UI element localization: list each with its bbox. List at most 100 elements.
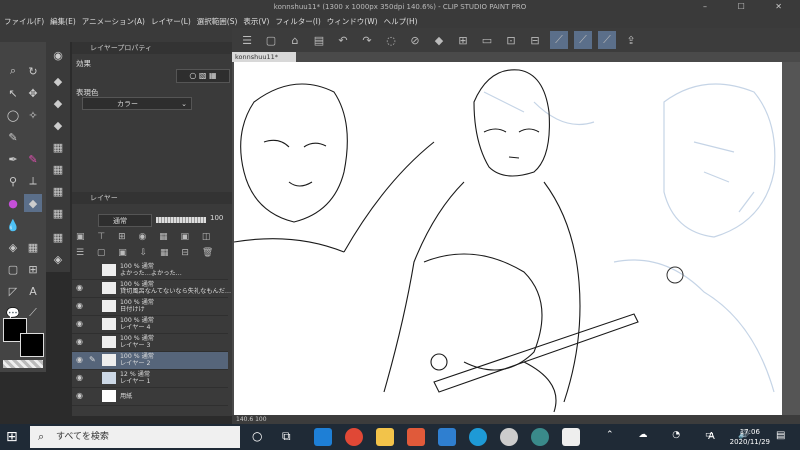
- text-icon[interactable]: A: [24, 282, 42, 300]
- menu-layer[interactable]: レイヤー(L): [151, 16, 191, 27]
- move-layer-icon[interactable]: ✥: [24, 84, 42, 102]
- redo-icon[interactable]: ↷: [358, 31, 376, 49]
- snap-ruler-icon[interactable]: ▭: [478, 31, 496, 49]
- notification-icon[interactable]: ▤: [776, 430, 785, 441]
- layer-row[interactable]: ◉ 100 % 通常 レイヤー 3: [72, 334, 228, 352]
- layer-row[interactable]: ◉ 用紙: [72, 388, 228, 406]
- edge-icon[interactable]: [314, 428, 332, 446]
- canvas-tab[interactable]: konnshuu11*: [232, 52, 296, 62]
- layer-row[interactable]: 100 % 通常 よかった…よかった…: [72, 262, 228, 280]
- itunes-icon[interactable]: [500, 428, 518, 446]
- layer-row-selected[interactable]: ◉ ✎ 100 % 通常 レイヤー 2: [72, 352, 228, 370]
- decoration-icon[interactable]: ●: [4, 194, 22, 212]
- store-icon[interactable]: [407, 428, 425, 446]
- snap-special-icon[interactable]: ⊡: [502, 31, 520, 49]
- layer-row[interactable]: ◉ 100 % 通常 貸切風呂なんてないなら失礼なもんだ…: [72, 280, 231, 298]
- figure-icon[interactable]: ▢: [4, 260, 22, 278]
- deselect-icon[interactable]: ◌: [382, 31, 400, 49]
- pen-stabilizer-1-icon[interactable]: ⟋: [550, 31, 568, 49]
- windows-start-icon[interactable]: ⊞: [6, 429, 22, 445]
- save-icon[interactable]: ▤: [310, 31, 328, 49]
- blend-mode-select[interactable]: 通常: [98, 214, 152, 227]
- zoom-icon[interactable]: ⌕: [4, 62, 22, 80]
- subtool-6-icon[interactable]: ▦: [49, 160, 67, 178]
- eye-icon[interactable]: ◉: [76, 355, 83, 364]
- menu-animation[interactable]: アニメーション(A): [82, 16, 145, 27]
- open-file-icon[interactable]: ⌂: [286, 31, 304, 49]
- drawing-canvas[interactable]: [234, 62, 782, 415]
- pen-icon[interactable]: ✒: [4, 150, 22, 168]
- sub-color-swatch[interactable]: [20, 333, 44, 357]
- clip-studio-icon[interactable]: [531, 428, 549, 446]
- subtool-10-icon[interactable]: ◈: [49, 250, 67, 268]
- taskbar-search[interactable]: ⌕ すべてを検索: [30, 426, 240, 448]
- pencil-icon[interactable]: ✎: [24, 150, 42, 168]
- eye-icon[interactable]: ◉: [76, 301, 83, 310]
- layer-toolbar-row1[interactable]: ▣ ⊤ ⊞ ◉ ▦ ▣ ◫: [76, 232, 226, 246]
- operation-icon[interactable]: ↖: [4, 84, 22, 102]
- subtool-3-icon[interactable]: ◆: [49, 94, 67, 112]
- new-file-icon[interactable]: ▢: [262, 31, 280, 49]
- layer-row[interactable]: ◉ 100 % 通常 日付けけ: [72, 298, 228, 316]
- clear-icon[interactable]: ⊘: [406, 31, 424, 49]
- frame-icon[interactable]: ⊞: [24, 260, 42, 278]
- taskbar-clock[interactable]: 17:06 2020/11/29: [730, 427, 770, 447]
- ruler-icon[interactable]: ◸: [4, 282, 22, 300]
- menu-file[interactable]: ファイル(F): [4, 16, 44, 27]
- lasso-icon[interactable]: ◯: [4, 106, 22, 124]
- subtool-5-icon[interactable]: ▦: [49, 138, 67, 156]
- pen-stabilizer-2-icon[interactable]: ⟋: [574, 31, 592, 49]
- ime-indicator[interactable]: A: [708, 431, 715, 442]
- layer-row[interactable]: ◉ 12 % 通常 レイヤー 1: [72, 370, 228, 388]
- opacity-slider[interactable]: [156, 217, 206, 223]
- snap-grid-icon[interactable]: ⊟: [526, 31, 544, 49]
- crop-icon[interactable]: ⊞: [454, 31, 472, 49]
- subtool-8-icon[interactable]: ▦: [49, 204, 67, 222]
- subtool-2-icon[interactable]: ◆: [49, 72, 67, 90]
- eraser-icon[interactable]: ◆: [24, 194, 42, 212]
- subtool-1-icon[interactable]: ◉: [49, 46, 67, 64]
- pen-stabilizer-3-icon[interactable]: ⟋: [598, 31, 616, 49]
- rotate-icon[interactable]: ↻: [24, 62, 42, 80]
- brush-icon[interactable]: ⚲: [4, 172, 22, 190]
- skype-icon[interactable]: [469, 428, 487, 446]
- menu-view[interactable]: 表示(V): [243, 16, 269, 27]
- menu-edit[interactable]: 編集(E): [50, 16, 76, 27]
- eye-icon[interactable]: ◉: [76, 283, 83, 292]
- fill-icon[interactable]: ◆: [430, 31, 448, 49]
- subtool-4-icon[interactable]: ◆: [49, 116, 67, 134]
- eye-icon[interactable]: ◉: [76, 391, 83, 400]
- subtool-9-icon[interactable]: ▦: [49, 228, 67, 246]
- opacity-value[interactable]: 100: [210, 214, 223, 222]
- auto-select-icon[interactable]: ✧: [24, 106, 42, 124]
- mail-icon[interactable]: [438, 428, 456, 446]
- undo-icon[interactable]: ↶: [334, 31, 352, 49]
- eye-icon[interactable]: ◉: [76, 337, 83, 346]
- menu-window[interactable]: ウィンドウ(W): [327, 16, 378, 27]
- eyedropper-icon[interactable]: ✎: [4, 128, 22, 146]
- cortana-icon[interactable]: ○: [252, 429, 262, 443]
- menu-selection[interactable]: 選択範囲(S): [197, 16, 238, 27]
- gradient-icon[interactable]: ▦: [24, 238, 42, 256]
- vertical-scrollbar[interactable]: [782, 62, 800, 415]
- expression-color-select[interactable]: カラー ⌄: [82, 97, 192, 110]
- task-view-icon[interactable]: ⧉: [282, 429, 291, 444]
- chrome-icon[interactable]: [345, 428, 363, 446]
- airbrush-icon[interactable]: ⟂: [24, 172, 42, 190]
- subtool-7-icon[interactable]: ▦: [49, 182, 67, 200]
- transparent-color-swatch[interactable]: [3, 360, 43, 368]
- layer-row[interactable]: ◉ 100 % 通常 レイヤー 4: [72, 316, 228, 334]
- export-icon[interactable]: ⇪: [622, 31, 640, 49]
- explorer-icon[interactable]: [376, 428, 394, 446]
- blend-icon[interactable]: 💧: [4, 216, 22, 234]
- eye-icon[interactable]: ◉: [76, 373, 83, 382]
- menu-filter[interactable]: フィルター(I): [275, 16, 320, 27]
- effect-buttons[interactable]: ○ ▧ ▦: [176, 69, 230, 83]
- clip-studio-paint-icon[interactable]: [562, 428, 580, 446]
- menu-help[interactable]: ヘルプ(H): [384, 16, 418, 27]
- fill-bucket-icon[interactable]: ◈: [4, 238, 22, 256]
- eye-icon[interactable]: ◉: [76, 319, 83, 328]
- menu-icon[interactable]: ☰: [238, 31, 256, 49]
- layer-toolbar-row2[interactable]: ☰ ▢ ▣ ⇩ ▦ ⊟ 🗑: [76, 248, 226, 262]
- window-controls[interactable]: – ☐ ✕: [703, 0, 796, 14]
